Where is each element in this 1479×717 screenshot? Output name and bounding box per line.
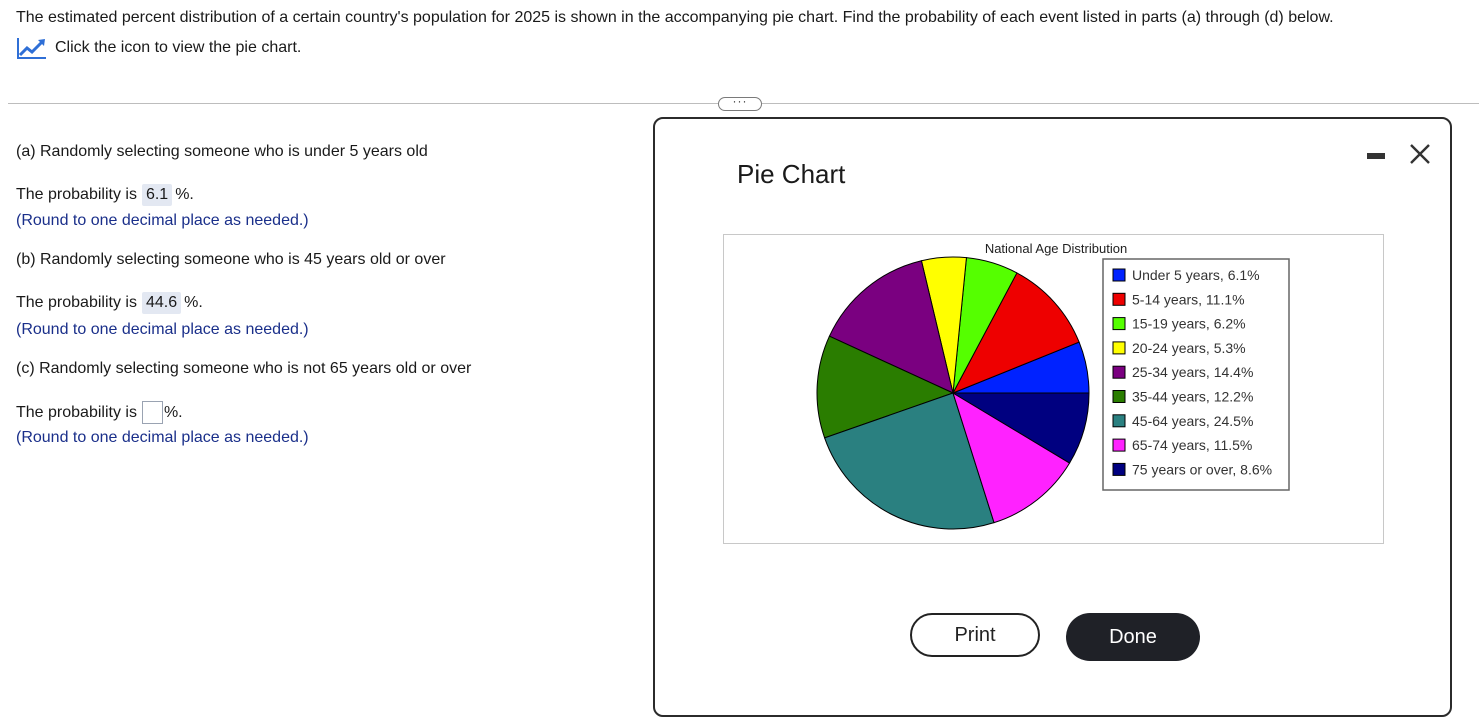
legend-label-6: 35-44 years, 12.2%: [1132, 389, 1253, 405]
answer-a-field[interactable]: 6.1: [141, 184, 173, 206]
chart-frame: National Age Distribution Under 5 years,…: [723, 234, 1384, 544]
line-chart-icon[interactable]: [16, 36, 48, 60]
legend-label-3: 15-19 years, 6.2%: [1132, 316, 1246, 332]
legend-swatch-8: [1112, 438, 1126, 452]
minimize-icon[interactable]: [1367, 153, 1385, 159]
legend-label-4: 20-24 years, 5.3%: [1132, 340, 1246, 356]
more-options-button[interactable]: ···: [718, 95, 762, 111]
answer-prefix: The probability is: [16, 186, 137, 203]
problem-text: The estimated percent distribution of a …: [16, 9, 1334, 26]
legend-swatch-9: [1112, 462, 1126, 476]
question-c-hint: (Round to one decimal place as needed.): [16, 429, 309, 446]
question-b-hint: (Round to one decimal place as needed.): [16, 321, 309, 338]
question-b-answer: The probability is 44.6 %.: [16, 292, 203, 314]
view-chart-link[interactable]: Click the icon to view the pie chart.: [16, 36, 1334, 60]
legend-label-5: 25-34 years, 14.4%: [1132, 364, 1253, 380]
question-a-answer: The probability is 6.1 %.: [16, 184, 194, 206]
pie-chart: National Age Distribution Under 5 years,…: [816, 241, 1290, 530]
legend-label-9: 75 years or over, 8.6%: [1132, 461, 1272, 477]
question-b-prompt: (b) Randomly selecting someone who is 45…: [16, 251, 446, 268]
legend-label-7: 45-64 years, 24.5%: [1132, 413, 1253, 429]
answer-suffix: %.: [184, 294, 203, 311]
close-icon[interactable]: [1407, 141, 1433, 167]
answer-c-input[interactable]: [141, 401, 163, 424]
question-c-prompt: (c) Randomly selecting someone who is no…: [16, 360, 472, 377]
question-a-hint: (Round to one decimal place as needed.): [16, 212, 309, 229]
legend-swatch-3: [1112, 317, 1126, 331]
print-button[interactable]: Print: [910, 613, 1040, 657]
legend-swatch-4: [1112, 341, 1126, 355]
legend-label-8: 65-74 years, 11.5%: [1132, 437, 1252, 453]
answer-b-field[interactable]: 44.6: [141, 292, 182, 314]
question-a-prompt: (a) Randomly selecting someone who is un…: [16, 143, 428, 160]
answer-prefix: The probability is: [16, 403, 137, 421]
view-chart-link-text[interactable]: Click the icon to view the pie chart.: [55, 38, 301, 58]
legend-label-2: 5-14 years, 11.1%: [1132, 291, 1245, 307]
legend-swatch-2: [1112, 292, 1126, 306]
problem-statement: The estimated percent distribution of a …: [16, 8, 1334, 60]
question-c-answer: The probability is %.: [16, 401, 183, 424]
legend-swatch-7: [1112, 414, 1126, 428]
legend-label-1: Under 5 years, 6.1%: [1132, 267, 1260, 283]
legend-swatch-1: [1112, 268, 1126, 282]
pie-chart-dialog: Pie Chart National Age Distribution Unde…: [653, 117, 1452, 717]
dialog-title: Pie Chart: [737, 159, 846, 189]
answer-suffix: %.: [175, 186, 194, 203]
legend-swatch-5: [1112, 365, 1126, 379]
done-button[interactable]: Done: [1066, 613, 1200, 661]
answer-suffix: %.: [163, 403, 183, 421]
chart-title: National Age Distribution: [985, 241, 1127, 256]
legend-swatch-6: [1112, 390, 1126, 403]
answer-prefix: The probability is: [16, 294, 137, 311]
